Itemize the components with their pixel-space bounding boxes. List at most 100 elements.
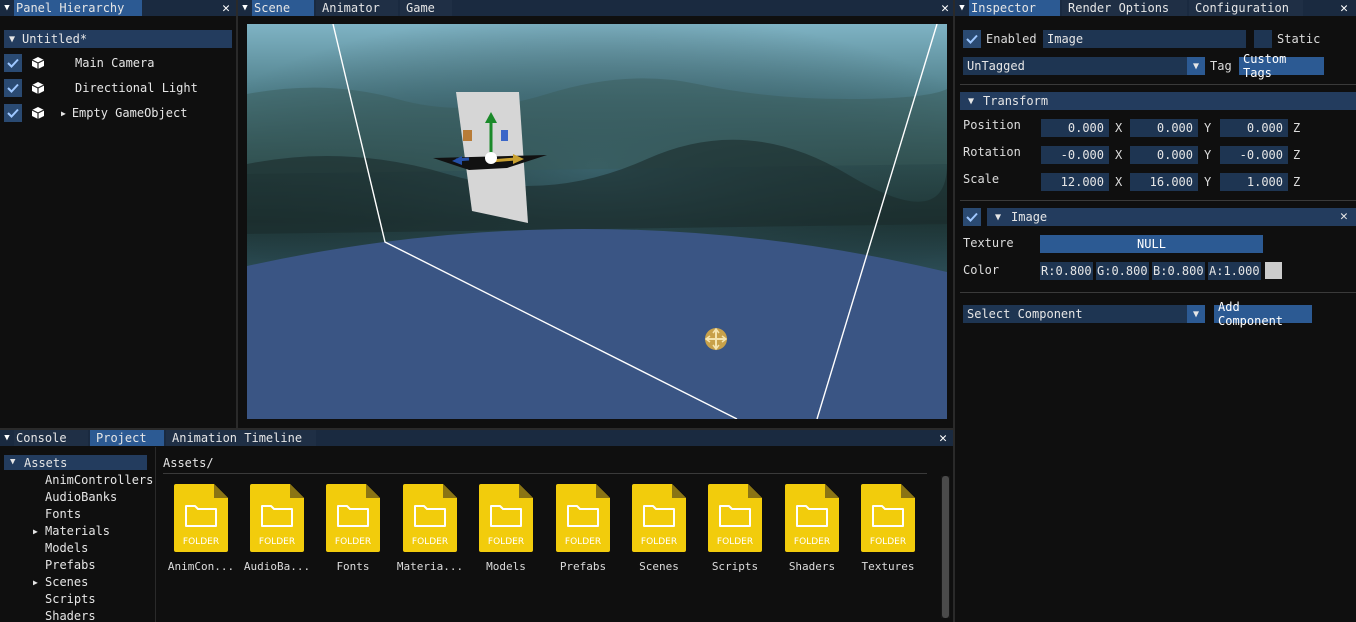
image-component-header[interactable]: ▼ Image (987, 208, 1356, 226)
transform-header[interactable]: ▼ Transform (960, 92, 1356, 110)
color-g-field[interactable]: G:0.800 (1096, 262, 1149, 280)
scrollbar-thumb[interactable] (942, 476, 949, 618)
rotation-z-field[interactable]: -0.000 (1220, 146, 1288, 164)
expand-arrow-icon[interactable]: ▶ (61, 109, 66, 118)
folder-badge: FOLDER (182, 537, 220, 547)
collapse-arrow-icon[interactable]: ▼ (10, 457, 15, 467)
collapse-arrow-icon[interactable]: ▼ (9, 34, 15, 45)
close-icon[interactable]: ✕ (1340, 0, 1348, 16)
tree-item[interactable]: Prefabs (45, 558, 96, 572)
scrollbar[interactable] (941, 476, 950, 618)
collapse-arrow-icon[interactable]: ▼ (995, 212, 1001, 223)
tab-inspector[interactable]: Inspector (969, 0, 1060, 16)
tree-item[interactable]: Fonts (45, 507, 81, 521)
hierarchy-panel: ▼ Panel Hierarchy ✕ ▼ Untitled* Main Cam… (0, 0, 236, 428)
axis-z-label: Z (1293, 121, 1301, 135)
tab-animation-timeline[interactable]: Animation Timeline (166, 430, 316, 446)
tab-game[interactable]: Game (400, 0, 452, 16)
tab-console[interactable]: Console (14, 430, 88, 446)
gameobject-cube-icon (30, 55, 46, 71)
hierarchy-item-directional-light[interactable]: Directional Light (4, 78, 198, 98)
tag-select[interactable]: UnTagged (963, 57, 1189, 75)
folder-icon[interactable]: FOLDER (785, 484, 839, 552)
scale-z-field[interactable]: 1.000 (1220, 173, 1288, 191)
color-b-field[interactable]: B:0.800 (1152, 262, 1205, 280)
enabled-checkbox[interactable] (4, 79, 22, 97)
tab-scene[interactable]: Scene (252, 0, 314, 16)
color-a-field[interactable]: A:1.000 (1208, 262, 1261, 280)
close-icon[interactable]: ✕ (939, 430, 947, 446)
tag-label: Tag (1210, 59, 1232, 73)
tab-configuration[interactable]: Configuration (1189, 0, 1303, 16)
folder-icon[interactable]: FOLDER (479, 484, 533, 552)
collapse-arrow-icon[interactable]: ▼ (968, 96, 974, 107)
color-r-field[interactable]: R:0.800 (1040, 262, 1093, 280)
tree-item[interactable]: AudioBanks (45, 490, 117, 504)
close-icon[interactable]: ✕ (941, 0, 949, 16)
scene-viewport[interactable] (247, 24, 947, 419)
folder-icon[interactable]: FOLDER (250, 484, 304, 552)
scale-y-field[interactable]: 16.000 (1130, 173, 1198, 191)
folder-icon[interactable]: FOLDER (403, 484, 457, 552)
folder-icon[interactable]: FOLDER (174, 484, 228, 552)
close-icon[interactable]: ✕ (222, 0, 230, 16)
gameobject-cube-icon (30, 105, 46, 121)
tree-item[interactable]: Shaders (45, 609, 96, 622)
tree-item[interactable]: Scenes (45, 575, 88, 589)
folder-icon[interactable]: FOLDER (326, 484, 380, 552)
rotation-x-field[interactable]: -0.000 (1041, 146, 1109, 164)
folder-icon[interactable]: FOLDER (861, 484, 915, 552)
enabled-checkbox[interactable] (4, 54, 22, 72)
chevron-down-icon[interactable]: ▼ (1187, 305, 1205, 323)
panel-menu-icon[interactable]: ▼ (955, 0, 969, 16)
tab-panel-hierarchy[interactable]: Panel Hierarchy (14, 0, 142, 16)
hierarchy-item-empty-gameobject[interactable]: ▶ Empty GameObject (4, 103, 187, 123)
hierarchy-item-main-camera[interactable]: Main Camera (4, 53, 154, 73)
remove-component-icon[interactable]: ✕ (1340, 209, 1348, 224)
transform-title: Transform (983, 94, 1049, 108)
panel-menu-icon[interactable]: ▼ (0, 430, 14, 446)
texture-slot-button[interactable]: NULL (1040, 235, 1263, 253)
hierarchy-item-label: Empty GameObject (71, 106, 188, 120)
expand-arrow-icon[interactable]: ▶ (33, 578, 38, 587)
folder-badge: FOLDER (258, 537, 296, 547)
scene-panel: ▼ Scene Animator Game ✕ (238, 0, 953, 428)
panel-menu-icon[interactable]: ▼ (238, 0, 252, 16)
add-component-button[interactable]: Add Component (1214, 300, 1312, 328)
tab-project[interactable]: Project (90, 430, 164, 446)
tab-animator[interactable]: Animator (316, 0, 398, 16)
chevron-down-icon[interactable]: ▼ (1187, 57, 1205, 75)
scale-x-field[interactable]: 12.000 (1041, 173, 1109, 191)
tree-root-label: Assets (24, 456, 68, 470)
position-y-field[interactable]: 0.000 (1130, 119, 1198, 137)
custom-tags-button[interactable]: Custom Tags (1239, 52, 1324, 80)
rotation-y-field[interactable]: 0.000 (1130, 146, 1198, 164)
folder-badge: FOLDER (334, 537, 372, 547)
hierarchy-root[interactable]: ▼ Untitled* (4, 30, 232, 48)
separator (960, 292, 1356, 293)
color-swatch[interactable] (1265, 262, 1282, 279)
divider[interactable] (0, 428, 953, 430)
enabled-checkbox[interactable] (4, 104, 22, 122)
color-label: Color (963, 263, 1000, 277)
image-enabled-checkbox[interactable] (963, 208, 981, 226)
position-z-field[interactable]: 0.000 (1220, 119, 1288, 137)
folder-icon[interactable]: FOLDER (556, 484, 610, 552)
tree-item[interactable]: Models (45, 541, 88, 555)
folder-icon[interactable]: FOLDER (708, 484, 762, 552)
hierarchy-item-label: Directional Light (75, 81, 198, 95)
tree-item[interactable]: Scripts (45, 592, 96, 606)
expand-arrow-icon[interactable]: ▶ (33, 527, 38, 536)
static-checkbox[interactable] (1254, 30, 1272, 48)
select-component-dropdown[interactable]: Select Component (963, 305, 1189, 323)
image-title: Image (1011, 210, 1048, 224)
panel-menu-icon[interactable]: ▼ (0, 0, 14, 16)
tree-item[interactable]: Materials (45, 524, 110, 538)
position-x-field[interactable]: 0.000 (1041, 119, 1109, 137)
tab-render-options[interactable]: Render Options (1062, 0, 1187, 16)
enabled-checkbox[interactable] (963, 30, 981, 48)
tree-divider[interactable] (155, 447, 156, 622)
tree-item[interactable]: AnimControllers (45, 473, 153, 487)
folder-icon[interactable]: FOLDER (632, 484, 686, 552)
object-name-input[interactable]: Image (1043, 30, 1246, 48)
